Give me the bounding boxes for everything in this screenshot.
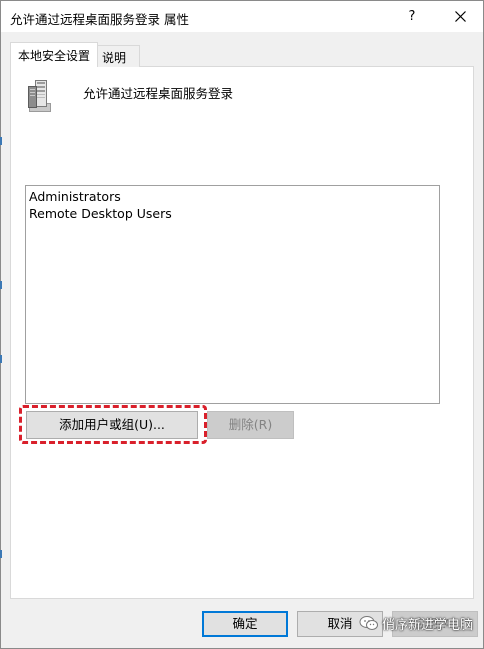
- server-icon: [28, 80, 51, 112]
- members-listbox[interactable]: Administrators Remote Desktop Users: [25, 185, 440, 404]
- tab-explain[interactable]: 说明: [97, 45, 140, 67]
- cancel-button[interactable]: 取消: [297, 611, 383, 637]
- title-bar[interactable]: 允许通过远程桌面服务登录 属性 ?: [1, 1, 483, 32]
- window-title: 允许通过远程桌面服务登录 属性: [10, 12, 189, 27]
- properties-dialog: 允许通过远程桌面服务登录 属性 ? 本地安全设置 说明 允许通过远程桌面服务登录…: [0, 0, 484, 649]
- close-icon: [454, 11, 466, 22]
- help-button[interactable]: ?: [389, 1, 435, 32]
- list-item[interactable]: Administrators: [29, 189, 121, 204]
- tab-label: 说明: [102, 51, 127, 65]
- policy-name: 允许通过远程桌面服务登录: [83, 86, 234, 101]
- edge-mark: [0, 281, 2, 289]
- tab-label: 本地安全设置: [18, 49, 91, 63]
- ok-button[interactable]: 确定: [202, 611, 288, 637]
- edge-mark: [0, 355, 2, 363]
- list-item[interactable]: Remote Desktop Users: [29, 206, 172, 221]
- edge-mark: [0, 137, 2, 145]
- edge-mark: [0, 550, 2, 558]
- tab-local-security-setting[interactable]: 本地安全设置: [10, 42, 98, 67]
- add-user-or-group-button[interactable]: 添加用户或组(U)...: [26, 411, 198, 439]
- help-label: ?: [408, 9, 416, 24]
- remove-button[interactable]: 删除(R): [207, 411, 294, 439]
- close-button[interactable]: [437, 1, 483, 32]
- apply-button[interactable]: 应用(A): [392, 611, 478, 637]
